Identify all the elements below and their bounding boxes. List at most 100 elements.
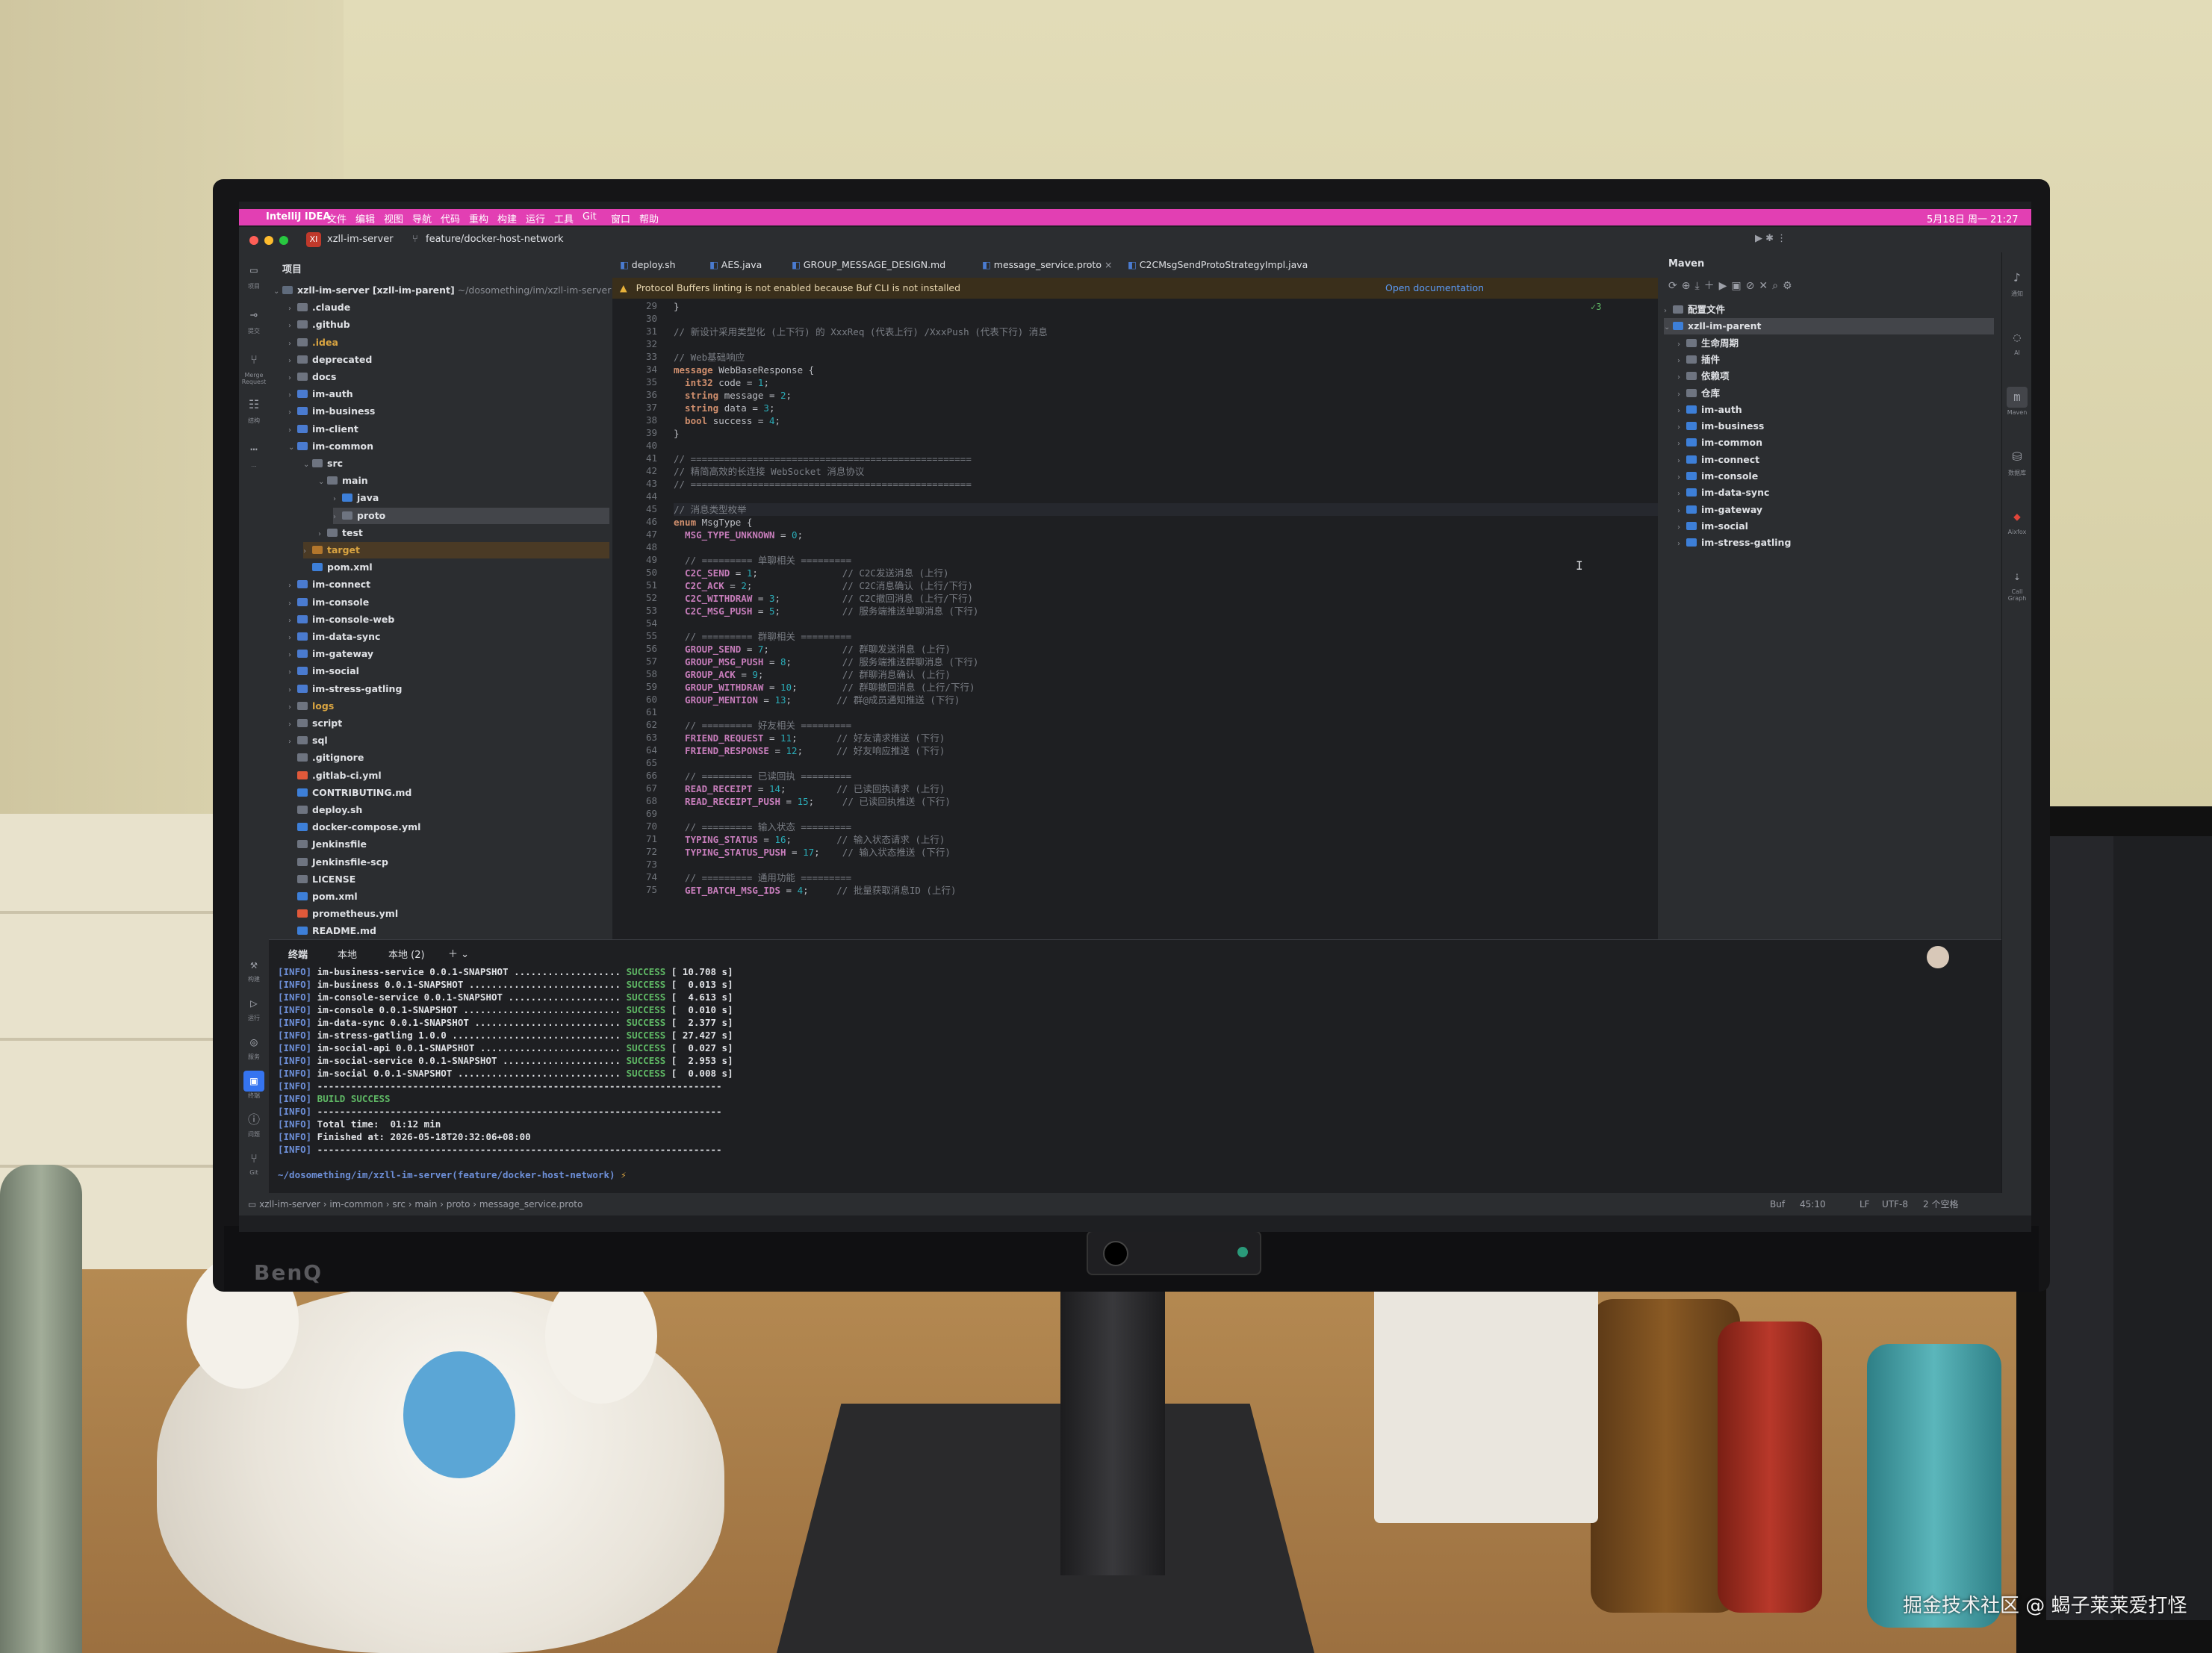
mac-menu-item[interactable]: 工具 bbox=[554, 211, 574, 225]
project-badge-icon[interactable]: XI bbox=[306, 232, 321, 247]
project-tree-item[interactable]: › target bbox=[303, 542, 609, 558]
editor-tab[interactable]: ◧ GROUP_MESSAGE_DESIGN.md bbox=[792, 252, 945, 278]
project-tree-item[interactable]: LICENSE bbox=[288, 871, 609, 888]
chevron-right-icon[interactable]: › bbox=[288, 336, 297, 352]
project-tree-item[interactable]: › im-social bbox=[288, 663, 609, 679]
maven-tree-item[interactable]: › im-social bbox=[1677, 518, 1994, 535]
code-content[interactable]: } // 新设计采用类型化 (上下行) 的 XxxReq (代表上行) /XxxP… bbox=[674, 299, 1719, 918]
chevron-right-icon[interactable]: › bbox=[1677, 470, 1686, 486]
chevron-right-icon[interactable]: › bbox=[333, 491, 342, 508]
caret-position[interactable]: 45:10 bbox=[1800, 1193, 1826, 1215]
project-tree-item[interactable]: › im-stress-gatling bbox=[288, 681, 609, 697]
mac-menu-item[interactable]: 构建 bbox=[497, 211, 517, 225]
terminal-icon[interactable]: ▣ bbox=[243, 1071, 264, 1092]
chevron-down-icon[interactable]: ⌄ bbox=[288, 440, 297, 456]
chevron-right-icon[interactable]: › bbox=[318, 526, 327, 543]
terminal-tab[interactable]: 本地 (2) bbox=[388, 947, 425, 961]
chevron-right-icon[interactable]: › bbox=[288, 370, 297, 387]
maven-tree-item[interactable]: › im-connect bbox=[1677, 452, 1994, 468]
git-icon[interactable]: ⑂ bbox=[243, 1148, 264, 1169]
chevron-right-icon[interactable]: › bbox=[288, 353, 297, 370]
chevron-right-icon[interactable]: › bbox=[288, 682, 297, 699]
project-tree-item[interactable]: › im-console-web bbox=[288, 611, 609, 628]
chevron-right-icon[interactable]: › bbox=[288, 405, 297, 421]
project-tree-item[interactable]: CONTRIBUTING.md bbox=[288, 785, 609, 801]
maven-toolbar-icons[interactable]: ⟳⊕⤓＋▶▣⊘✕⌕⚙ bbox=[1668, 278, 1797, 293]
mac-menu-item[interactable]: 视图 bbox=[384, 211, 403, 225]
editor-tab[interactable]: ◧ C2CMsgSendProtoStrategyImpl.java bbox=[1128, 252, 1308, 278]
project-tree-item[interactable]: Jenkinsfile bbox=[288, 836, 609, 853]
chevron-right-icon[interactable]: › bbox=[1677, 436, 1686, 452]
mac-menu-item[interactable]: 重构 bbox=[469, 211, 488, 225]
project-tree-item[interactable]: › proto bbox=[333, 507, 609, 526]
folder-icon[interactable]: ▭ bbox=[243, 260, 264, 281]
notifications-icon[interactable]: ♪ bbox=[2007, 267, 2028, 288]
project-tree-item[interactable]: prometheus.yml bbox=[288, 906, 609, 922]
project-tree-item[interactable]: .gitlab-ci.yml bbox=[288, 768, 609, 784]
chevron-right-icon[interactable]: › bbox=[288, 664, 297, 681]
maven-tree-item[interactable]: › 依赖项 bbox=[1677, 368, 1994, 385]
build-icon[interactable]: ⚒ bbox=[243, 954, 264, 975]
project-tree-item[interactable]: pom.xml bbox=[303, 559, 609, 576]
chevron-right-icon[interactable]: › bbox=[288, 734, 297, 750]
chevron-right-icon[interactable]: › bbox=[1677, 503, 1686, 520]
file-encoding[interactable]: UTF-8 bbox=[1882, 1193, 1908, 1215]
chevron-right-icon[interactable]: › bbox=[288, 423, 297, 439]
breadcrumb-item[interactable]: message_service.proto bbox=[479, 1199, 582, 1210]
editor-tab[interactable]: ◧ deploy.sh bbox=[620, 252, 676, 278]
chevron-right-icon[interactable]: › bbox=[1677, 453, 1686, 470]
aixcoder-icon[interactable]: ◆ bbox=[2007, 506, 2028, 527]
project-tree-item[interactable]: ⌄ src bbox=[303, 455, 609, 472]
commit-icon[interactable]: ⊸ bbox=[243, 305, 264, 326]
run-toolbar-icons[interactable]: ▶ ✱ ⋮ bbox=[1755, 233, 1786, 244]
chevron-right-icon[interactable]: › bbox=[288, 700, 297, 716]
chevron-right-icon[interactable]: › bbox=[1677, 536, 1686, 552]
project-tree-item[interactable]: ⌄ xzll-im-server [xzll-im-parent] ~/dosom… bbox=[273, 282, 611, 299]
project-tree-item[interactable]: › test bbox=[318, 525, 609, 541]
maven-tree-item[interactable]: ⌄ xzll-im-parent bbox=[1664, 318, 1994, 336]
chevron-right-icon[interactable]: › bbox=[288, 613, 297, 629]
maven-tree-item[interactable]: › 生命周期 bbox=[1677, 335, 1994, 352]
close-tab-icon[interactable]: × bbox=[1102, 259, 1112, 270]
breadcrumb-item[interactable]: xzll-im-server bbox=[259, 1199, 320, 1210]
maven-tree-item[interactable]: › 配置文件 bbox=[1664, 302, 1994, 318]
avatar[interactable] bbox=[1927, 946, 1949, 968]
project-tree-item[interactable]: Jenkinsfile-scp bbox=[288, 854, 609, 871]
chevron-down-icon[interactable]: ⌄ bbox=[318, 474, 327, 491]
project-tree-item[interactable]: › logs bbox=[288, 698, 609, 715]
mac-menu-item[interactable]: Git bbox=[582, 211, 597, 222]
chevron-right-icon[interactable]: › bbox=[288, 630, 297, 647]
project-tree-item[interactable]: › docs bbox=[288, 369, 609, 385]
project-tree-item[interactable]: › im-business bbox=[288, 403, 609, 420]
buf-status[interactable]: Buf bbox=[1770, 1193, 1785, 1215]
project-tree-item[interactable]: ⌄ im-common bbox=[288, 438, 609, 455]
editor-tab[interactable]: ◧ AES.java bbox=[709, 252, 762, 278]
project-tree-item[interactable]: › java bbox=[333, 490, 609, 506]
chevron-right-icon[interactable]: › bbox=[1664, 303, 1673, 320]
run-icon[interactable]: ▷ bbox=[243, 993, 264, 1014]
mac-menu-item[interactable]: 运行 bbox=[526, 211, 545, 225]
chevron-right-icon[interactable]: › bbox=[288, 301, 297, 317]
project-tree-item[interactable]: › deprecated bbox=[288, 352, 609, 368]
mac-menu-item[interactable]: 帮助 bbox=[639, 211, 659, 225]
maven-tree-item[interactable]: › im-auth bbox=[1677, 402, 1994, 418]
project-tree-item[interactable]: › im-auth bbox=[288, 386, 609, 402]
callgraph-icon[interactable]: ⇣ bbox=[2007, 566, 2028, 587]
chevron-right-icon[interactable]: › bbox=[288, 318, 297, 334]
more-icon[interactable]: ⋯ bbox=[243, 439, 264, 460]
breadcrumb-item[interactable]: im-common bbox=[329, 1199, 383, 1210]
branch-selector[interactable]: feature/docker-host-network bbox=[426, 234, 563, 245]
open-documentation-link[interactable]: Open documentation bbox=[1385, 278, 1484, 299]
chevron-down-icon[interactable]: ⌄ bbox=[1664, 320, 1673, 336]
zoom-window-button[interactable] bbox=[279, 236, 288, 245]
chevron-right-icon[interactable]: › bbox=[333, 509, 342, 526]
project-tree-item[interactable]: › im-client bbox=[288, 421, 609, 438]
project-tree-item[interactable]: › .claude bbox=[288, 299, 609, 316]
services-icon[interactable]: ◎ bbox=[243, 1032, 264, 1053]
project-tree-item[interactable]: › .github bbox=[288, 317, 609, 333]
project-tree-item[interactable]: deploy.sh bbox=[288, 802, 609, 818]
terminal-tab[interactable]: 终端 bbox=[288, 947, 308, 961]
project-tree-item[interactable]: › im-gateway bbox=[288, 646, 609, 662]
project-tree-item[interactable]: docker-compose.yml bbox=[288, 819, 609, 835]
structure-icon[interactable]: ☷ bbox=[243, 394, 264, 415]
